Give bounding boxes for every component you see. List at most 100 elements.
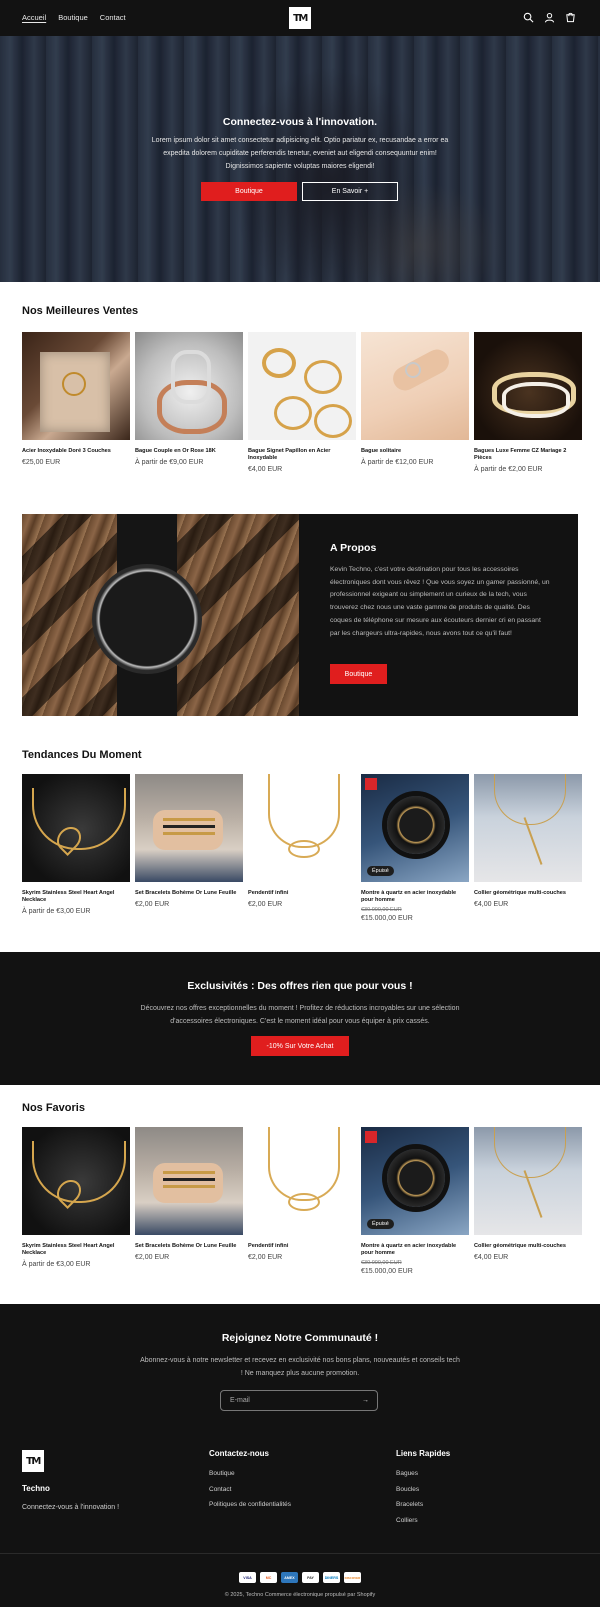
product-price: €2,00 EUR [248,901,283,908]
product-price: €15.000,00 EUR [361,915,413,922]
product-name[interactable]: Montre à quartz en acier inoxydable pour… [361,1243,469,1257]
product-card[interactable]: Épuisé Montre à quartz en acier inoxydab… [361,774,469,923]
footer-link-bracelets[interactable]: Bracelets [396,1501,423,1517]
product-image[interactable] [474,774,582,882]
product-image[interactable] [135,1127,243,1235]
product-card[interactable]: Set Bracelets Bohème Or Lune Feuille €2,… [135,1127,243,1276]
hero-banner: Connectez-vous à l'innovation. Lorem ips… [0,36,600,282]
product-image[interactable] [135,774,243,882]
product-image[interactable] [474,332,582,440]
newsletter-footer: Rejoignez Notre Communauté ! Abonnez-vou… [0,1304,600,1553]
product-card[interactable]: Bagues Luxe Femme CZ Mariage 2 Pièces À … [474,332,582,474]
product-image[interactable] [22,1127,130,1235]
product-name[interactable]: Bagues Luxe Femme CZ Mariage 2 Pièces [474,448,582,462]
footer-tagline: Connectez-vous à l'innovation ! [22,1504,120,1511]
site-header: Accueil Boutique Contact TM [0,0,600,36]
product-card[interactable]: Pendentif infini €2,00 EUR [248,774,356,923]
sold-out-badge: Épuisé [367,1219,394,1229]
product-card[interactable]: Épuisé Montre à quartz en acier inoxydab… [361,1127,469,1276]
product-card[interactable]: Collier géométrique multi-couches €4,00 … [474,774,582,923]
product-image[interactable] [135,332,243,440]
product-image[interactable]: Épuisé [361,774,469,882]
product-name[interactable]: Collier géométrique multi-couches [474,890,582,897]
email-field[interactable]: E-mail → [220,1390,378,1411]
product-image[interactable]: Épuisé [361,1127,469,1235]
search-icon[interactable] [523,12,534,23]
product-name[interactable]: Pendentif infini [248,890,356,897]
product-image[interactable] [248,332,356,440]
main-nav: Accueil Boutique Contact [22,13,126,22]
discover-icon: DISCOVER [344,1572,361,1583]
product-price: À partir de €9,00 EUR [135,459,204,466]
hero-shop-button[interactable]: Boutique [201,182,297,201]
product-card[interactable]: Bague Couple en Or Rose 18K À partir de … [135,332,243,474]
cart-icon[interactable] [565,12,576,23]
product-card[interactable]: Acier Inoxydable Doré 3 Couches €25,00 E… [22,332,130,474]
footer-link-contact[interactable]: Contact [209,1486,291,1502]
visa-icon: VISA [239,1572,256,1583]
footer-contact-title: Contactez-nous [209,1449,269,1458]
product-price: À partir de €3,00 EUR [22,1261,91,1268]
product-image[interactable] [22,332,130,440]
footer-logo[interactable]: TM [22,1450,44,1472]
promo-discount-button[interactable]: -10% Sur Votre Achat [251,1036,349,1056]
footer-contact-links: Boutique Contact Politiques de confident… [209,1470,291,1517]
product-image[interactable] [248,1127,356,1235]
promo-text: Découvrez nos offres exceptionnelles du … [140,1005,460,1025]
trending-title: Tendances Du Moment [22,749,142,761]
about-shop-button[interactable]: Boutique [330,664,387,684]
product-card[interactable]: Bague solitaire À partir de €12,00 EUR [361,332,469,474]
footer-quick-title: Liens Rapides [396,1449,451,1458]
footer-link-privacy[interactable]: Politiques de confidentialités [209,1501,291,1517]
product-price: À partir de €12,00 EUR [361,459,434,466]
nav-accueil[interactable]: Accueil [22,13,46,22]
product-card[interactable]: Skyrim Stainless Steel Heart Angel Neckl… [22,1127,130,1276]
nav-contact[interactable]: Contact [100,13,126,22]
product-name[interactable]: Bague Signet Papillon en Acier Inoxydabl… [248,448,356,462]
product-image[interactable] [474,1127,582,1235]
product-name[interactable]: Skyrim Stainless Steel Heart Angel Neckl… [22,890,130,904]
product-name[interactable]: Skyrim Stainless Steel Heart Angel Neckl… [22,1243,130,1257]
account-icon[interactable] [544,12,555,23]
about-title: A Propos [330,542,377,554]
product-card[interactable]: Collier géométrique multi-couches €4,00 … [474,1127,582,1276]
hero-text: Lorem ipsum dolor sit amet consectetur a… [151,137,449,170]
bestsellers-title: Nos Meilleures Ventes [22,305,139,317]
diners-icon: DINERS [323,1572,340,1583]
product-name[interactable]: Collier géométrique multi-couches [474,1243,582,1250]
product-image[interactable] [22,774,130,882]
product-name[interactable]: Set Bracelets Bohème Or Lune Feuille [135,890,243,897]
product-price: €25,00 EUR [22,459,61,466]
footer-link-boucles[interactable]: Boucles [396,1486,423,1502]
site-logo[interactable]: TM [289,7,311,29]
product-price: €2,00 EUR [248,1254,283,1261]
arrow-right-icon[interactable]: → [362,1397,369,1404]
amex-icon: AMEX [281,1572,298,1583]
product-card[interactable]: Pendentif infini €2,00 EUR [248,1127,356,1276]
hero-learn-more-button[interactable]: En Savoir + [302,182,398,201]
footer-link-bagues[interactable]: Bagues [396,1470,423,1486]
product-name[interactable]: Montre à quartz en acier inoxydable pour… [361,890,469,904]
footer-brand: Techno [22,1484,50,1493]
nav-boutique[interactable]: Boutique [58,13,88,22]
product-card[interactable]: Set Bracelets Bohème Or Lune Feuille €2,… [135,774,243,923]
product-name[interactable]: Acier Inoxydable Doré 3 Couches [22,448,130,455]
product-old-price: €30.000,00 EUR [361,907,402,913]
sold-out-badge: Épuisé [367,866,394,876]
product-name[interactable]: Bague Couple en Or Rose 18K [135,448,243,455]
footer-bottom: VISA MC AMEX PAY DINERS DISCOVER © 2025,… [0,1553,600,1607]
newsletter-text: Abonnez-vous à notre newsletter et recev… [140,1357,460,1377]
product-name[interactable]: Bague solitaire [361,448,469,455]
email-placeholder: E-mail [230,1397,250,1404]
footer-link-colliers[interactable]: Colliers [396,1517,423,1533]
footer-link-boutique[interactable]: Boutique [209,1470,291,1486]
product-old-price: €30.000,00 EUR [361,1260,402,1266]
product-image[interactable] [248,774,356,882]
product-card[interactable]: Bague Signet Papillon en Acier Inoxydabl… [248,332,356,474]
product-name[interactable]: Set Bracelets Bohème Or Lune Feuille [135,1243,243,1250]
product-price: €4,00 EUR [474,901,509,908]
product-name[interactable]: Pendentif infini [248,1243,356,1250]
product-price: À partir de €2,00 EUR [474,466,543,473]
product-card[interactable]: Skyrim Stainless Steel Heart Angel Neckl… [22,774,130,923]
product-image[interactable] [361,332,469,440]
